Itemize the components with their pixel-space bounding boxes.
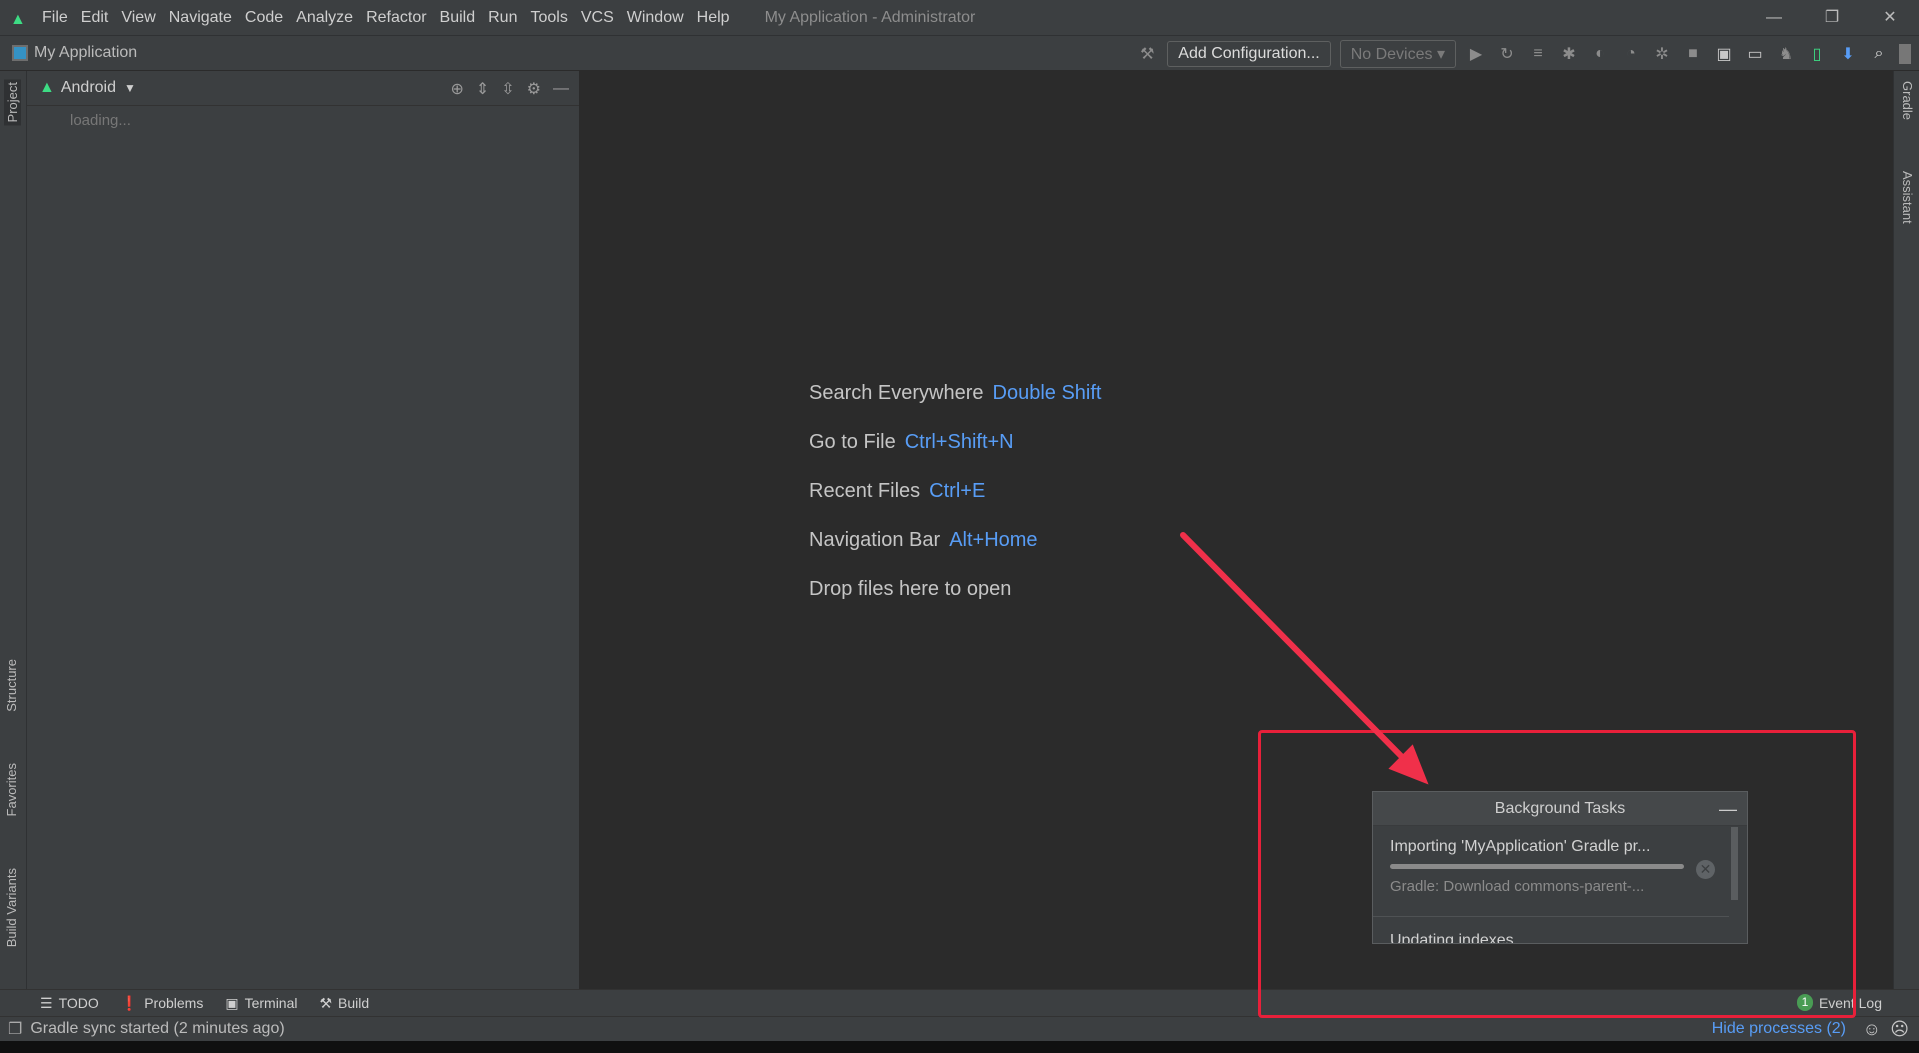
menu-window[interactable]: Window (627, 9, 684, 27)
tab-project[interactable]: Project (4, 79, 21, 126)
coverage-icon[interactable]: ◐ (1589, 45, 1611, 63)
avd-manager-icon[interactable]: ▯ (1806, 44, 1828, 64)
android-studio-logo-icon: ▲ (10, 10, 26, 28)
task-progress-bar (1390, 864, 1684, 869)
chevron-down-icon[interactable]: ▼ (124, 81, 136, 95)
tab-terminal[interactable]: ▣ Terminal (225, 995, 297, 1012)
hide-processes-link[interactable]: Hide processes (2) (1712, 1020, 1846, 1038)
menu-code[interactable]: Code (245, 9, 283, 27)
task-title: Importing 'MyApplication' Gradle pr... (1390, 838, 1651, 855)
search-icon[interactable]: ⌕ (1868, 45, 1890, 63)
tab-build-variants[interactable]: Build Variants (4, 868, 19, 947)
menu-navigate[interactable]: Navigate (169, 9, 232, 27)
apply-code-changes-icon[interactable]: ≡ (1527, 45, 1549, 63)
project-view-selector[interactable]: Android (61, 79, 116, 97)
tab-favorites[interactable]: Favorites (4, 763, 19, 816)
task-item: Importing 'MyApplication' Gradle pr... G… (1373, 826, 1747, 895)
empty-editor-hints: Search Everywhere Double Shift Go to File… (809, 369, 1102, 614)
hide-icon[interactable]: — (553, 80, 569, 98)
add-configuration-button[interactable]: Add Configuration... (1167, 40, 1331, 67)
attach-debugger-icon[interactable]: ✲ (1651, 44, 1673, 64)
hint-search-everywhere: Search Everywhere Double Shift (809, 382, 1102, 404)
run-icon[interactable]: ▶ (1465, 44, 1487, 64)
collapse-all-icon[interactable]: ⇳ (501, 79, 514, 99)
locate-icon[interactable]: ⊕ (450, 79, 463, 99)
account-icon[interactable] (1899, 43, 1911, 64)
menu-refactor[interactable]: Refactor (366, 9, 426, 27)
debug-icon[interactable]: ✱ (1558, 44, 1580, 64)
event-count-badge: 1 (1796, 994, 1813, 1011)
terminal-icon[interactable]: ▭ (1744, 44, 1766, 64)
menu-run[interactable]: Run (488, 9, 517, 27)
minimize-button[interactable]: — (1745, 0, 1803, 36)
apply-changes-icon[interactable]: ↻ (1496, 44, 1518, 64)
feedback-sad-icon[interactable]: ☹ (1890, 1019, 1909, 1040)
background-tasks-popup: Background Tasks — Importing 'MyApplicati… (1372, 791, 1748, 944)
divider (1373, 916, 1729, 917)
project-panel: ▲ Android ▼ ⊕ ⇕ ⇳ ⚙ — loading... (27, 71, 580, 989)
project-icon (12, 45, 28, 61)
sdk-manager-icon[interactable]: ⬇ (1837, 44, 1859, 64)
tab-assistant[interactable]: Assistant (1900, 171, 1915, 224)
menu-edit[interactable]: Edit (81, 9, 109, 27)
menu-help[interactable]: Help (697, 9, 730, 27)
terminal-icon: ▣ (225, 994, 239, 1011)
window-title: My Application - Administrator (764, 8, 976, 26)
stop-icon[interactable]: ■ (1682, 45, 1704, 63)
restore-button[interactable]: ❐ (1803, 0, 1861, 36)
popup-scrollbar[interactable] (1731, 827, 1738, 900)
menu-build[interactable]: Build (440, 9, 476, 27)
menu-bar: ▲ File Edit View Navigate Code Analyze R… (0, 0, 1919, 36)
right-tool-strip: Gradle Assistant (1893, 71, 1919, 989)
list-icon: ☰ (40, 994, 53, 1011)
tab-structure[interactable]: Structure (4, 659, 19, 712)
gear-icon[interactable]: ⚙ (527, 79, 541, 99)
profile-icon[interactable]: ◔ (1620, 45, 1642, 63)
task-subtitle: Gradle: Download commons-parent-... (1390, 878, 1645, 895)
gradle-sync-icon[interactable]: ♞ (1775, 44, 1797, 64)
close-button[interactable]: ✕ (1861, 0, 1919, 36)
project-structure-icon[interactable]: ▣ (1713, 44, 1735, 64)
menu-vcs[interactable]: VCS (581, 9, 614, 27)
minimize-icon[interactable]: — (1719, 792, 1737, 826)
popup-title: Background Tasks (1494, 800, 1626, 817)
expand-all-icon[interactable]: ⇕ (476, 79, 489, 99)
feedback-happy-icon[interactable]: ☺ (1863, 1019, 1881, 1040)
device-label: No Devices (1350, 45, 1433, 63)
menu-tools[interactable]: Tools (530, 9, 567, 27)
task-title: Updating indexes (1390, 932, 1514, 944)
tab-gradle[interactable]: Gradle (1900, 81, 1915, 120)
device-selector[interactable]: No Devices ▾ (1339, 39, 1456, 68)
hint-recent-files: Recent Files Ctrl+E (809, 480, 986, 502)
hammer-icon: ⚒ (319, 994, 333, 1011)
tab-todo[interactable]: ☰ TODO (40, 995, 99, 1012)
left-tool-strip: Project Structure Favorites Build Varian… (0, 71, 27, 989)
breadcrumb-project[interactable]: My Application (34, 44, 137, 62)
hint-navigation-bar: Navigation Bar Alt+Home (809, 529, 1038, 551)
toolbar: My Application ⚒ Add Configuration... No… (0, 36, 1919, 71)
bottom-tool-bar: ☰ TODO ❗ Problems ▣ Terminal ⚒ Build 1 Event … (0, 989, 1919, 1016)
hint-drop-files: Drop files here to open (809, 578, 1012, 600)
toggle-tool-windows-icon[interactable]: ❐ (8, 1019, 22, 1039)
problems-icon: ❗ (120, 994, 139, 1011)
os-taskbar (0, 1041, 1919, 1053)
cancel-task-icon[interactable]: ✕ (1696, 860, 1715, 879)
tab-build[interactable]: ⚒ Build (319, 995, 369, 1012)
tab-problems[interactable]: ❗ Problems (121, 995, 204, 1012)
status-bar: ❐ Gradle sync started (2 minutes ago) Hi… (0, 1016, 1919, 1041)
menu-analyze[interactable]: Analyze (296, 9, 353, 27)
hammer-icon[interactable]: ⚒ (1136, 44, 1158, 64)
event-log-button[interactable]: 1 Event Log (1796, 994, 1882, 1011)
menu-file[interactable]: File (42, 9, 68, 27)
hint-go-to-file: Go to File Ctrl+Shift+N (809, 431, 1014, 453)
android-icon: ▲ (39, 79, 55, 96)
status-message: Gradle sync started (2 minutes ago) (30, 1020, 285, 1037)
loading-text: loading... (70, 112, 131, 129)
menu-view[interactable]: View (121, 9, 155, 27)
